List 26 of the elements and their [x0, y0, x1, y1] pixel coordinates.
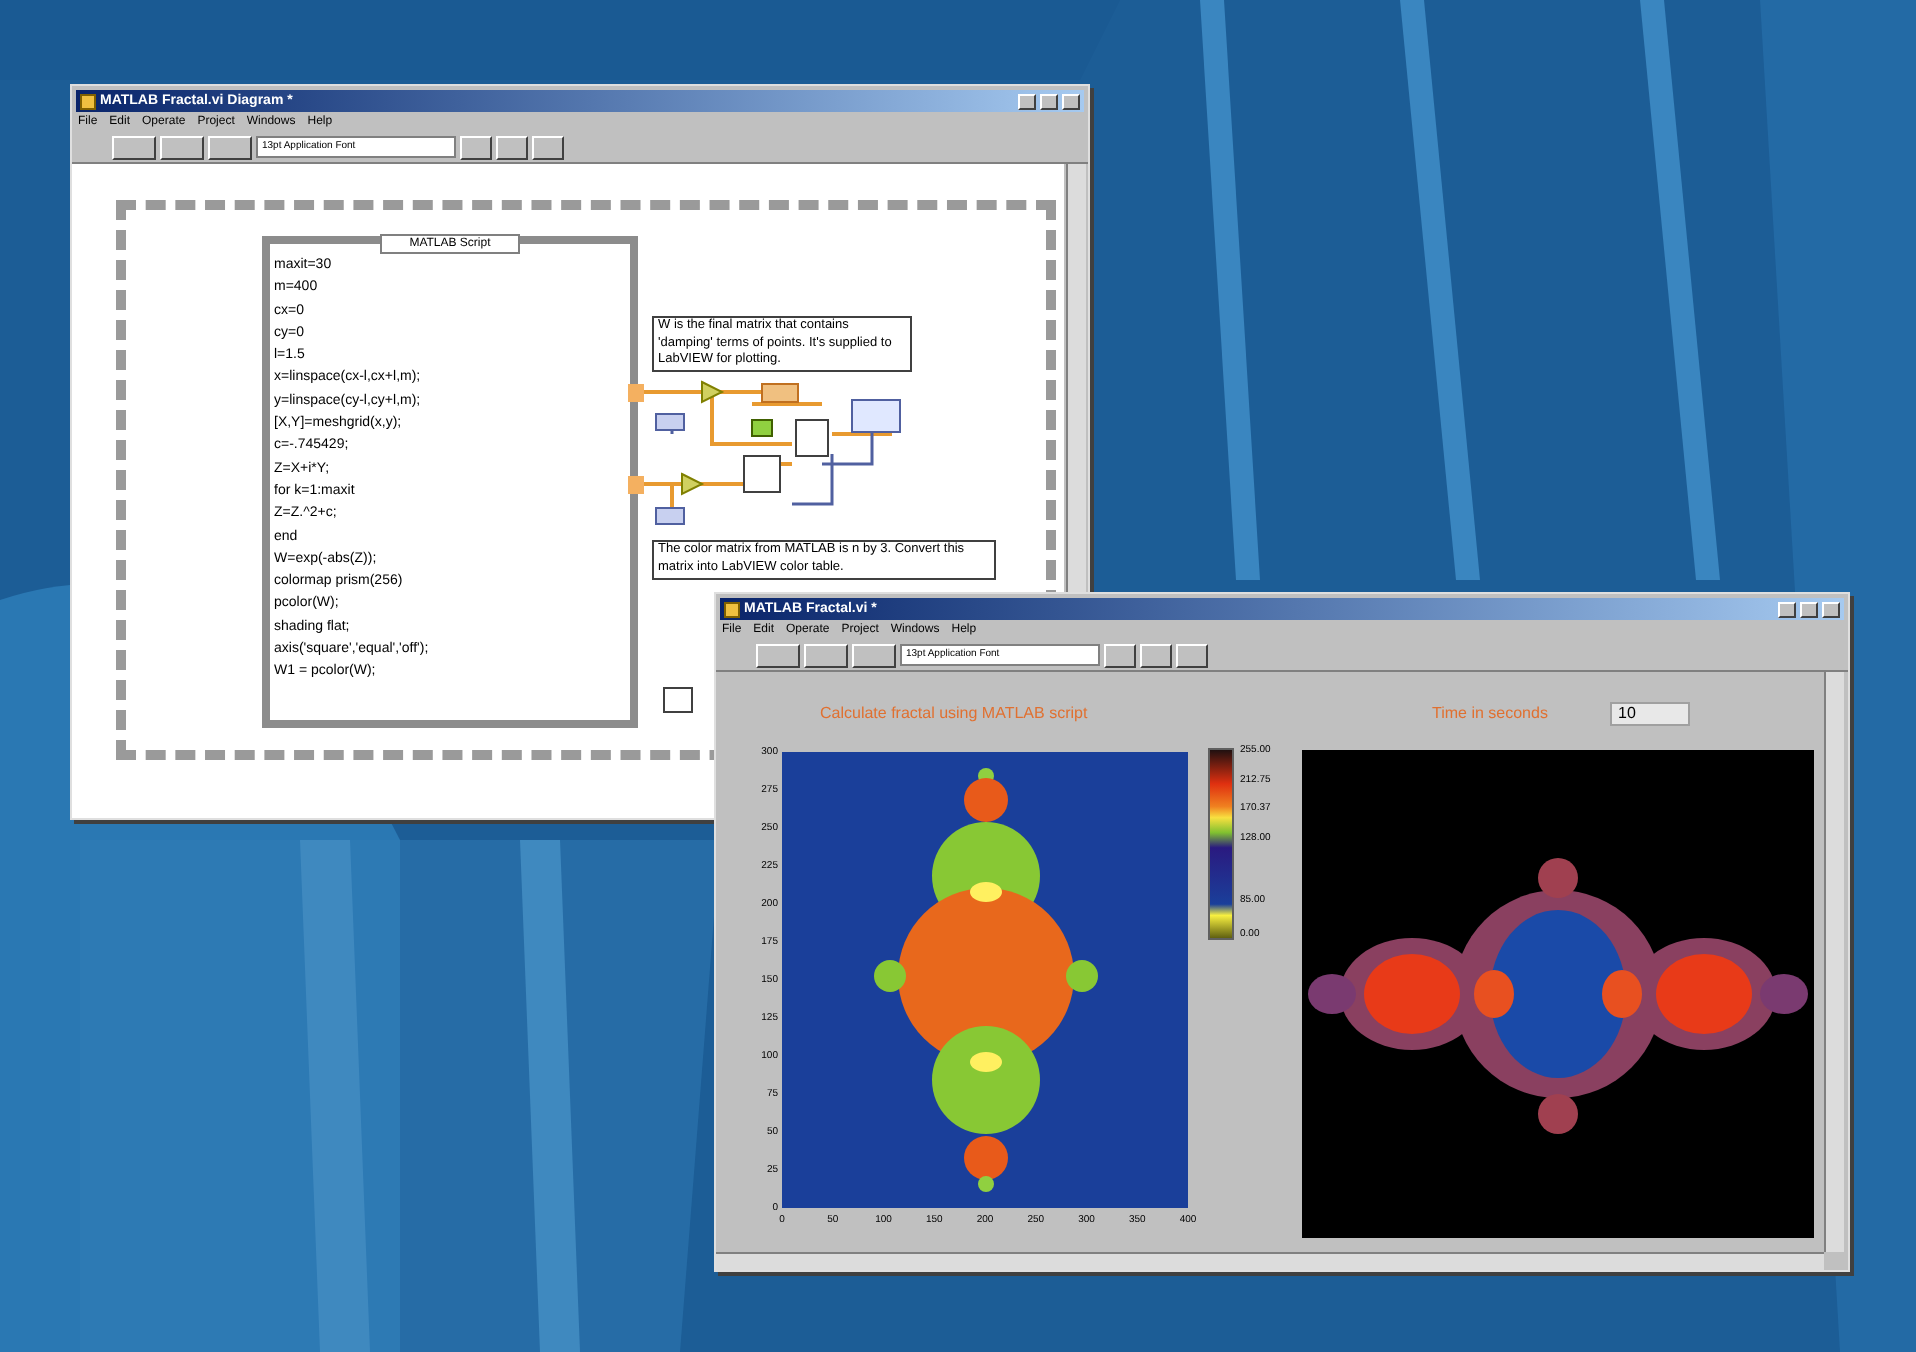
toolbar-button[interactable]: [756, 643, 800, 667]
close-button[interactable]: [1822, 601, 1840, 617]
toolbar-button[interactable]: [460, 135, 492, 159]
field-label: Time in seconds: [1432, 706, 1548, 722]
toolbar-button[interactable]: [1176, 643, 1208, 667]
panel-heading: Calculate fractal using MATLAB script: [820, 706, 1088, 722]
maximize-button[interactable]: [1040, 93, 1058, 109]
toolbar-button[interactable]: [532, 135, 564, 159]
toolbar-button[interactable]: [1104, 643, 1136, 667]
minimize-button[interactable]: [1018, 93, 1036, 109]
toolbar-button[interactable]: [112, 135, 156, 159]
stop-node: [663, 687, 693, 713]
minimize-button[interactable]: [1778, 601, 1796, 617]
toolbar-button[interactable]: [160, 135, 204, 159]
close-button[interactable]: [1062, 93, 1080, 109]
maximize-button[interactable]: [1800, 601, 1818, 617]
app-icon: [80, 93, 96, 109]
toolbar-button[interactable]: [496, 135, 528, 159]
toolbar-button[interactable]: [804, 643, 848, 667]
toolbar-button[interactable]: [852, 643, 896, 667]
toolbar-button[interactable]: [208, 135, 252, 159]
scrollbar[interactable]: [1824, 672, 1844, 1252]
scrollbar[interactable]: [716, 1252, 1824, 1270]
toolbar-button[interactable]: [1140, 643, 1172, 667]
app-icon: [724, 601, 740, 617]
time-field: 10: [1610, 702, 1690, 726]
